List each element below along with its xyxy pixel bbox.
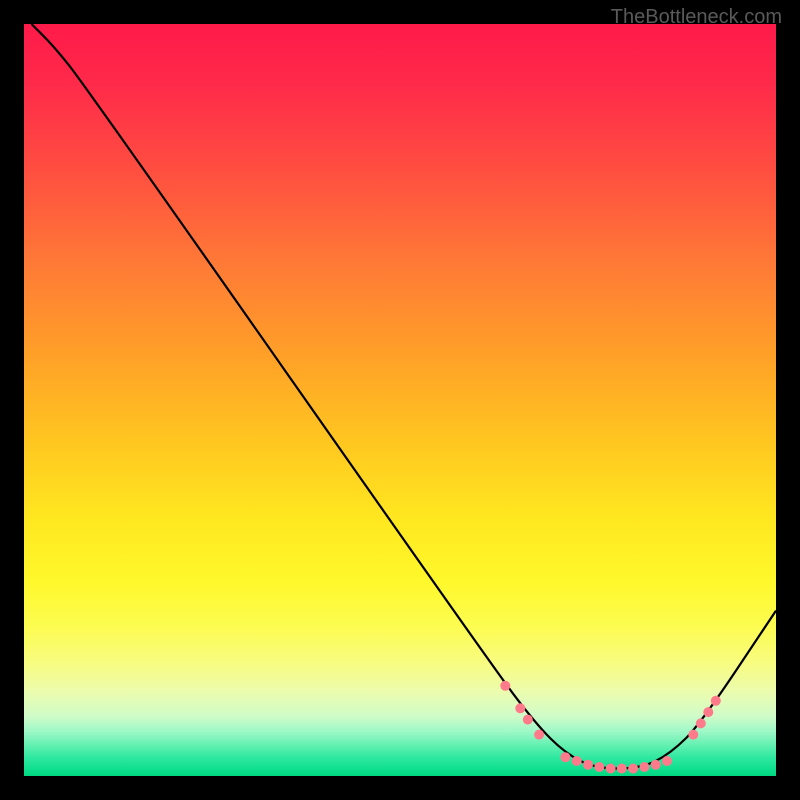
data-marker xyxy=(617,764,627,774)
data-markers xyxy=(500,681,721,774)
chart-plot-area xyxy=(24,24,776,776)
data-marker xyxy=(628,764,638,774)
data-marker xyxy=(639,762,649,772)
data-marker xyxy=(560,752,570,762)
attribution-text: TheBottleneck.com xyxy=(611,6,782,29)
data-marker xyxy=(594,762,604,772)
data-marker xyxy=(534,730,544,740)
data-marker xyxy=(583,760,593,770)
data-marker xyxy=(711,696,721,706)
data-marker xyxy=(572,756,582,766)
data-marker xyxy=(703,707,713,717)
chart-svg xyxy=(24,24,776,776)
data-marker xyxy=(500,681,510,691)
data-marker xyxy=(523,715,533,725)
data-marker xyxy=(662,756,672,766)
data-marker xyxy=(688,730,698,740)
data-marker xyxy=(651,760,661,770)
data-marker xyxy=(696,718,706,728)
data-marker xyxy=(606,764,616,774)
data-marker xyxy=(515,703,525,713)
bottleneck-curve xyxy=(32,24,777,769)
